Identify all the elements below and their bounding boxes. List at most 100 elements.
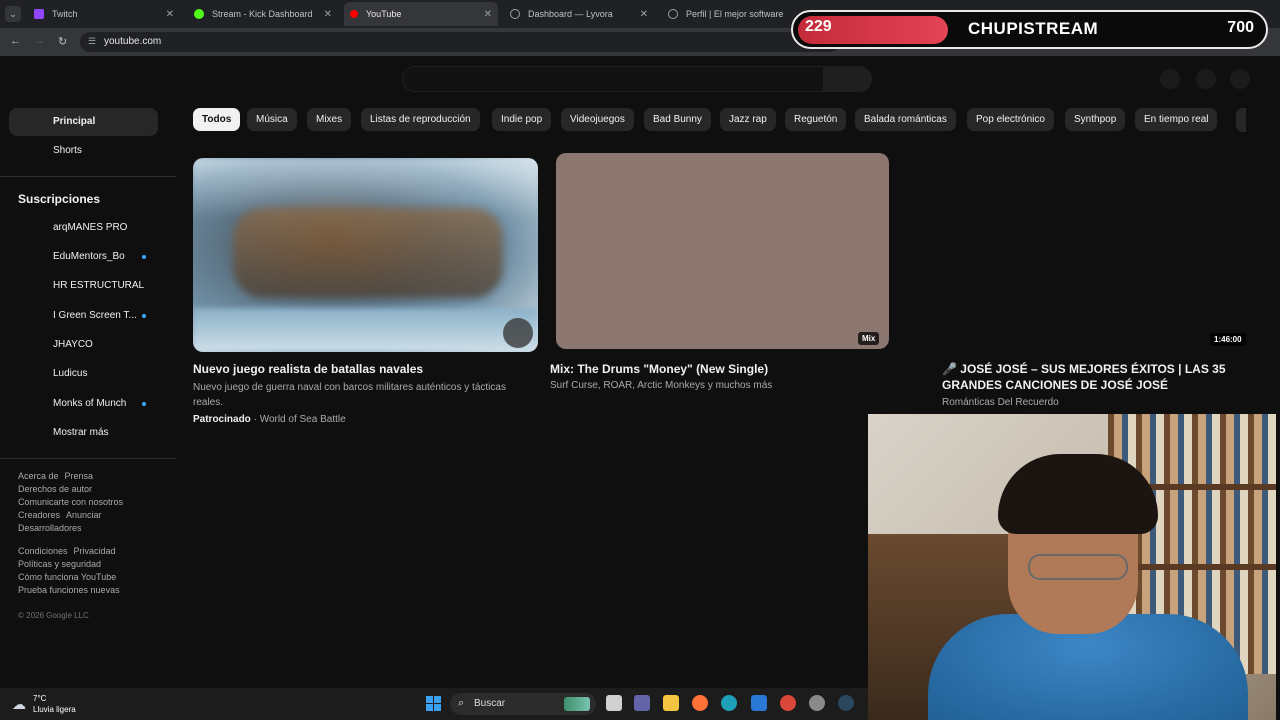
tab-search-icon[interactable]: ⌄ [5,6,21,22]
sidebar-sub-item[interactable]: Monks of Munch [9,390,158,418]
footer-link[interactable]: Anunciar [66,510,102,520]
url-text: youtube.com [104,36,162,47]
chip-jazz-rap[interactable]: Jazz rap [720,108,776,131]
chrome-icon[interactable] [780,695,796,711]
footer-link[interactable]: Políticas y seguridad [18,559,101,569]
taskbar-search[interactable]: ⌕ Buscar [450,693,596,715]
tab-title: Dashboard — Lyvora [528,9,613,19]
show-more-button[interactable]: Mostrar más [9,419,158,447]
sidebar-item-label: JHAYCO [53,339,93,350]
task-view-icon[interactable] [606,695,622,711]
tab-twitch[interactable]: Twitch ✕ [28,4,180,24]
notifications-icon[interactable] [1196,69,1216,89]
avatar[interactable] [1230,69,1250,89]
weather-cloud-icon[interactable]: ☁ [12,696,26,713]
overlay-left-count: 229 [805,18,832,35]
tab-youtube[interactable]: YouTube ✕ [344,2,498,26]
subscriptions-title[interactable]: Suscripciones [18,192,100,206]
tab-title: Stream - Kick Dashboard [212,9,313,19]
file-explorer-icon[interactable] [663,695,679,711]
weather-temp[interactable]: 7°C [33,694,46,703]
sidebar-sub-item[interactable]: I Green Screen T... [9,302,158,330]
chip-bad-bunny[interactable]: Bad Bunny [644,108,711,131]
sidebar-item-principal[interactable]: Principal [9,108,158,136]
filter-chips: Todos Música Mixes Listas de reproducció… [193,108,1243,132]
sidebar-sub-item[interactable]: HR ESTRUCTURAL [9,272,158,300]
obs-icon[interactable] [809,695,825,711]
video-title[interactable]: Nuevo juego realista de batallas navales [193,361,538,377]
sidebar-sub-item[interactable]: Ludicus [9,360,158,388]
chips-next[interactable] [1236,108,1246,132]
video-sponsor-line: Patrocinado · World of Sea Battle [193,414,346,425]
back-arrow-icon[interactable]: ← [10,35,21,47]
weather-desc[interactable]: Lluvia ligera [33,705,76,714]
sidebar-item-label: arqMANES PRO [53,222,128,233]
steam-icon[interactable] [838,695,854,711]
sidebar-sub-item[interactable]: JHAYCO [9,331,158,359]
chip-mixes[interactable]: Mixes [307,108,352,131]
chip-pop-electronico[interactable]: Pop electrónico [967,108,1054,131]
footer-link[interactable]: Privacidad [74,546,116,556]
footer-link[interactable]: Prensa [65,471,94,481]
video-thumbnail[interactable] [193,158,538,352]
chip-en-tiempo-real[interactable]: En tiempo real [1135,108,1218,131]
chip-videojuegos[interactable]: Videojuegos [561,108,634,131]
teams-icon[interactable] [634,695,650,711]
channel-name[interactable]: Románticas Del Recuerdo [942,395,1242,410]
search-button[interactable] [824,66,872,92]
close-icon[interactable]: ✕ [484,9,492,20]
footer-link[interactable]: Creadores [18,510,60,520]
close-icon[interactable]: ✕ [324,9,332,20]
footer-link[interactable]: Desarrolladores [18,523,82,533]
sidebar-sub-item[interactable]: arqMANES PRO [9,214,158,242]
youtube-icon [350,10,358,18]
screen: ⌄ Twitch ✕ Stream - Kick Dashboard ✕ You… [0,0,1280,720]
duration-badge: 1:46:00 [1210,333,1246,346]
footer-link[interactable]: Derechos de autor [18,484,92,494]
thumbnail-art [193,308,538,352]
search-input[interactable] [402,66,824,92]
video-title[interactable]: Mix: The Drums "Money" (New Single) [550,361,890,377]
channel-name[interactable]: World of Sea Battle [260,414,346,425]
tab-title: YouTube [366,9,402,19]
chip-synthpop[interactable]: Synthpop [1065,108,1126,131]
chip-musica[interactable]: Música [247,108,297,131]
twitch-icon [34,9,44,19]
close-icon[interactable]: ✕ [166,9,174,20]
video-thumbnail[interactable]: 1:46:00 [942,158,1248,348]
forward-arrow-icon[interactable]: → [34,35,45,47]
sidebar-sub-item[interactable]: EduMentors_Bo [9,243,158,271]
footer-link[interactable]: Prueba funciones nuevas [18,585,120,595]
create-icon[interactable] [1160,69,1180,89]
chip-balada[interactable]: Balada románticas [855,108,956,131]
chip-regueton[interactable]: Reguetón [785,108,847,131]
footer-link[interactable]: Comunicarte con nosotros [18,497,123,507]
chip-todos[interactable]: Todos [193,108,241,131]
reload-icon[interactable]: ↻ [58,35,67,48]
taskbar-search-label: Buscar [474,698,506,709]
footer-link[interactable]: Cómo funciona YouTube [18,572,116,582]
mail-icon[interactable] [751,695,767,711]
tab-kick[interactable]: Stream - Kick Dashboard ✕ [188,4,338,24]
edge-icon[interactable] [721,695,737,711]
chip-indie-pop[interactable]: Indie pop [492,108,552,131]
tab-perfil[interactable]: Perfil | El mejor software para p [662,4,792,24]
sidebar-item-shorts[interactable]: Shorts [9,137,158,165]
site-info-icon[interactable]: ☰ [88,36,96,47]
firefox-icon[interactable] [692,695,708,711]
ad-avatar [503,318,533,348]
windows-start-icon[interactable] [426,696,442,712]
tab-lyvora[interactable]: Dashboard — Lyvora ✕ [504,4,654,24]
copyright: © 2026 Google LLC [18,611,89,620]
address-bar[interactable]: ☰ youtube.com [80,32,840,52]
video-title[interactable]: 🎤 JOSÉ JOSÉ – SUS MEJORES ÉXITOS | LAS 3… [942,361,1242,393]
thumbnail-art [233,208,503,298]
footer-link[interactable]: Acerca de [18,471,59,481]
sidebar-item-label: HR ESTRUCTURAL [53,280,145,291]
video-thumbnail[interactable]: Mix [556,153,889,349]
close-icon[interactable]: ✕ [640,9,648,20]
sidebar-item-label: I Green Screen T... [53,310,137,321]
footer-link[interactable]: Condiciones [18,546,68,556]
chip-listas[interactable]: Listas de reproducción [361,108,480,131]
overlay-right-count: 700 [1227,19,1254,36]
